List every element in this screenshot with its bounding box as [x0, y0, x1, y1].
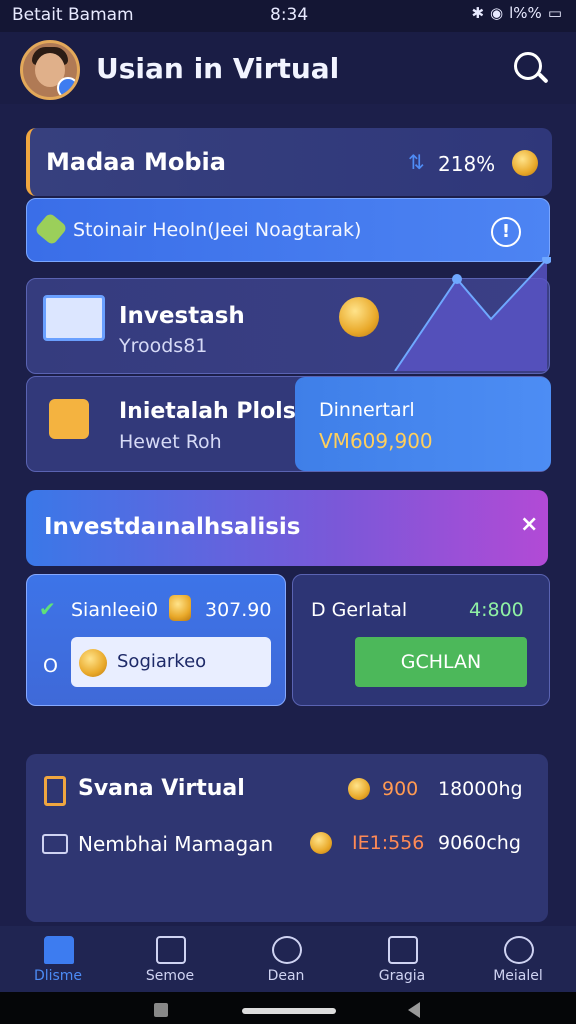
gear-coin-icon [339, 297, 379, 337]
investment-title: Investash [119, 303, 245, 329]
savings-button-label: Sogiarkeo [117, 651, 207, 672]
investment-card[interactable]: Investash Yroods81 [26, 257, 551, 374]
wallet-icon [49, 399, 89, 439]
list-row-1-label[interactable]: Svana Virtual [78, 776, 245, 801]
close-icon[interactable]: × [520, 512, 538, 537]
portfolio-list: Svana Virtual 900 18000hg Nembhai Mamaga… [26, 754, 548, 922]
nav-item-label: Dlisme [33, 968, 83, 984]
bottom-nav: Dlisme Semoe Dean Gragia Meialel [0, 926, 576, 992]
search-icon[interactable] [514, 52, 542, 80]
info-icon[interactable]: ! [491, 217, 521, 247]
briefcase-icon [42, 834, 68, 854]
income-title: Inietalah Plols [119, 399, 296, 424]
nav-item-download[interactable]: Meialel [470, 926, 566, 992]
summary-card[interactable]: Madaa Mobia ⇅ 218% [26, 128, 552, 196]
summary-percent: 218% [438, 152, 496, 176]
status-bar: Betait Bamam 8:34 ✱ ◉ l%% ▭ [0, 0, 576, 32]
general-button[interactable]: GCHLAN [355, 637, 527, 687]
savings-label: Sianleei0 [71, 599, 159, 621]
wifi-icon: ◉ [490, 4, 504, 22]
home-gesture-bar[interactable] [242, 1008, 336, 1014]
recents-button[interactable] [154, 1003, 168, 1017]
summary-title: Madaa Mobia [46, 148, 226, 176]
bluetooth-icon: ✱ [471, 4, 485, 22]
coin-icon [310, 832, 332, 854]
nav-item-label: Gragia [378, 968, 426, 984]
list-row-2-amount: IE1:556 [352, 832, 425, 854]
savings-value: 307.90 [205, 599, 272, 621]
analysis-banner[interactable]: Investdaınalhsalisis × [26, 490, 548, 566]
laptop-icon [43, 295, 105, 341]
check-icon: ✔ [39, 597, 56, 621]
notice-card[interactable]: Stoinair Heoln(Jeei Noagtarak) ! [26, 198, 550, 262]
coin-icon [79, 649, 107, 677]
general-panel[interactable]: D Gerlatal 4:800 GCHLAN [292, 574, 550, 706]
page-title: Usian in Virtual [96, 52, 340, 85]
income-panel-value: VM609,900 [319, 429, 433, 453]
investment-subtitle: Yroods81 [119, 335, 208, 357]
income-panel[interactable]: Dinnertarl VM609,900 [295, 377, 551, 471]
general-label: D Gerlatal [311, 599, 408, 621]
back-button[interactable] [408, 1002, 420, 1018]
nav-item-label: Meialel [493, 968, 543, 984]
savings-panel[interactable]: ✔ Sianleei0 307.90 O Sogiarkeo [26, 574, 286, 706]
nav-item-image[interactable]: Gragia [354, 926, 450, 992]
income-subtitle: Hewet Roh [119, 431, 222, 453]
status-icons: ✱ ◉ l%% ▭ [471, 4, 562, 22]
nav-item-search[interactable]: Dean [238, 926, 334, 992]
search-icon [272, 936, 302, 964]
nav-item-home[interactable]: Dlisme [10, 926, 106, 992]
avatar[interactable] [20, 40, 80, 100]
list-icon [156, 936, 186, 964]
coin-icon [348, 778, 370, 800]
battery-label: l%% [509, 4, 542, 22]
lock-icon [44, 776, 66, 806]
list-row-1-amount: 900 [382, 778, 419, 800]
banner-title: Investdaınalhsalisis [44, 514, 301, 540]
leaf-icon [34, 212, 68, 246]
list-row-2-total: 9060chg [438, 832, 521, 854]
download-icon [504, 936, 534, 964]
list-row-2-label[interactable]: Nembhai Mamagan [78, 832, 273, 856]
nav-item-list[interactable]: Semoe [122, 926, 218, 992]
growth-chart-icon [394, 257, 551, 371]
verified-badge-icon [57, 77, 77, 97]
savings-o-label: O [43, 655, 58, 677]
home-icon [44, 936, 74, 964]
battery-icon: ▭ [547, 4, 562, 22]
notice-text: Stoinair Heoln(Jeei Noagtarak) [73, 219, 362, 241]
clock: 8:34 [270, 5, 309, 25]
list-row-1-total: 18000hg [438, 778, 523, 800]
income-card[interactable]: Inietalah Plols Hewet Roh Dinnertarl VM6… [26, 376, 551, 472]
income-panel-label: Dinnertarl [319, 399, 415, 421]
savings-button[interactable]: Sogiarkeo [71, 637, 271, 687]
coin-stack-icon [169, 595, 191, 621]
trend-icon: ⇅ [408, 150, 425, 174]
nav-item-label: Semoe [145, 968, 195, 984]
coin-icon [512, 150, 538, 176]
general-value: 4:800 [469, 599, 524, 621]
nav-item-label: Dean [267, 968, 305, 984]
image-icon [388, 936, 418, 964]
carrier-label: Betait Bamam [12, 5, 134, 25]
